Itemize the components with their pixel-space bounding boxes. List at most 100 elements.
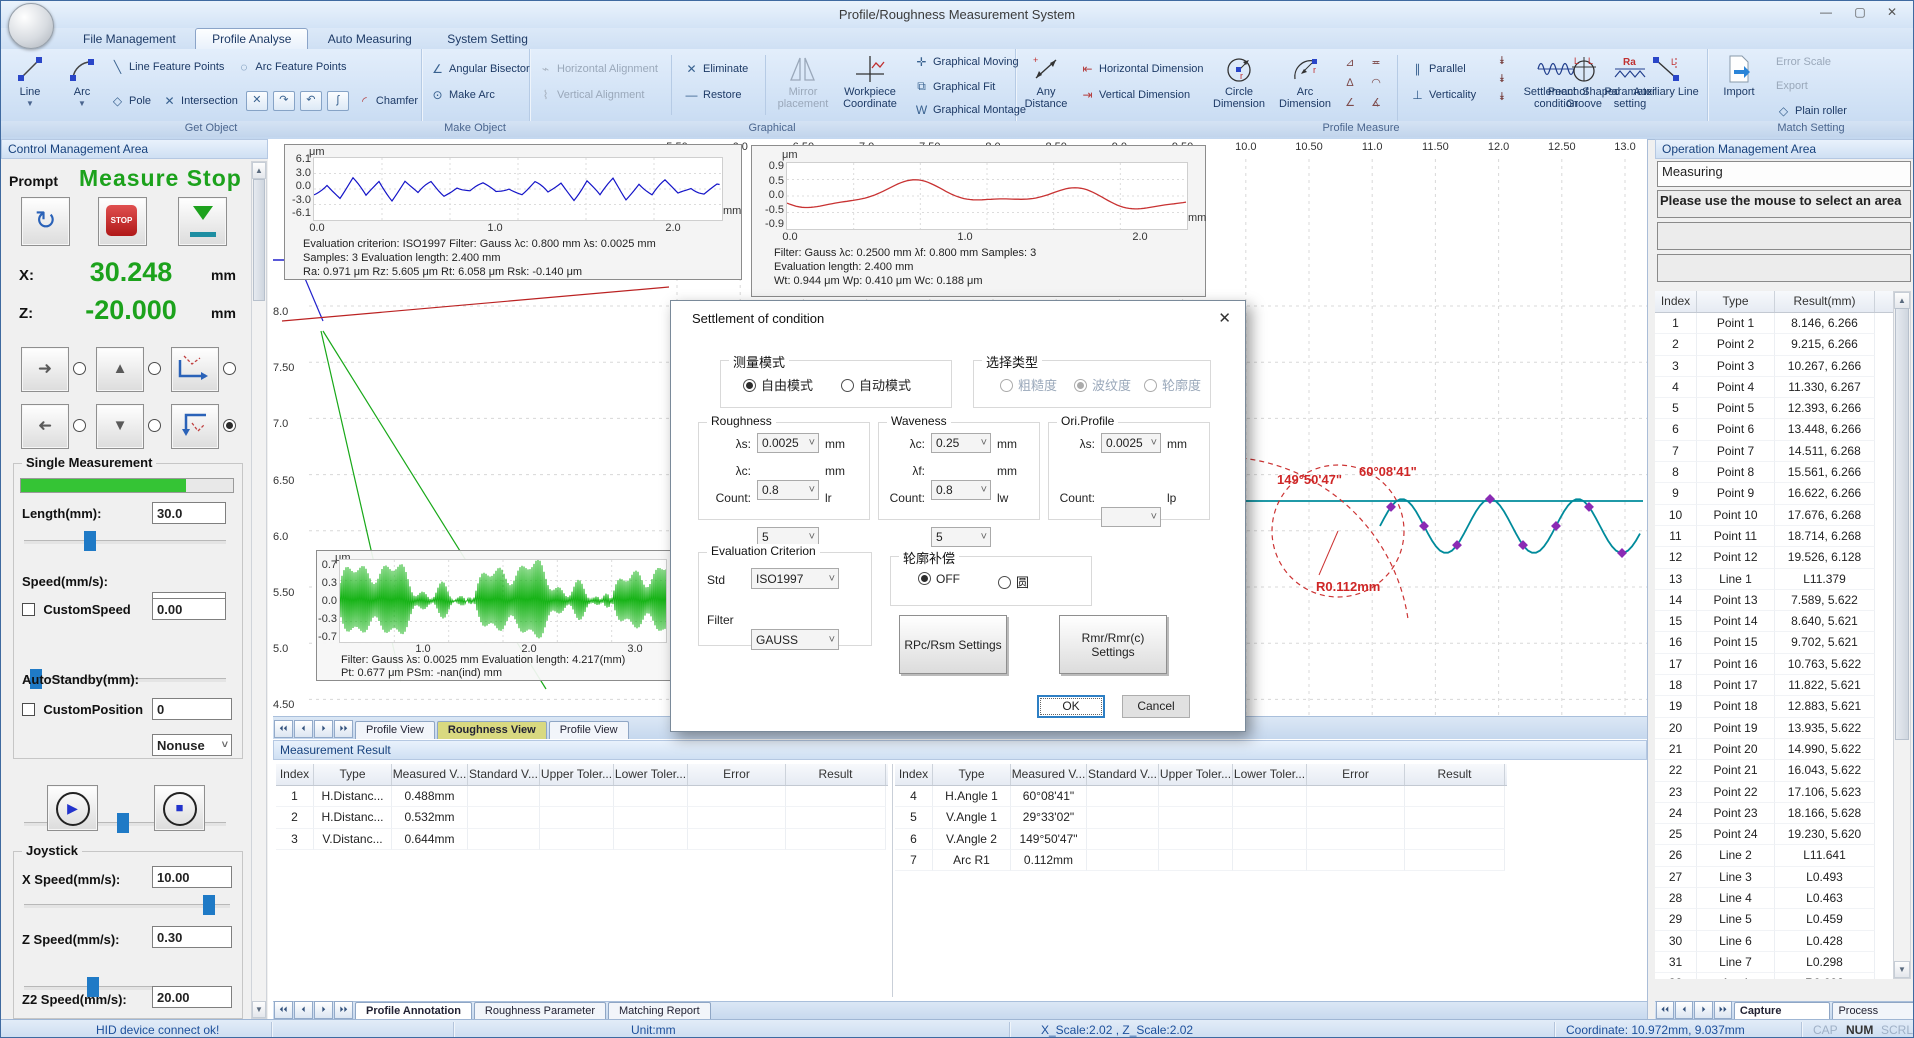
path-mode-1-radio[interactable] [223,362,236,375]
table-row[interactable]: 18Point 1711.822, 5.621 [1655,675,1893,696]
line-button[interactable]: Line▼ [7,52,53,110]
table-row[interactable]: 6Point 613.448, 6.266 [1655,419,1893,440]
circle-dimension-button[interactable]: r Circle Dimension [1207,52,1271,110]
table-row[interactable]: 4Point 411.330, 6.267 [1655,377,1893,398]
table-row[interactable]: 27Line 3L0.493 [1655,867,1893,888]
table-row[interactable]: 7Arc R10.112mm [895,850,1507,871]
control-panel-scrollbar[interactable]: ▲ ▼ [251,161,267,1019]
make-arc-button[interactable]: ⊙ Make Arc [427,87,498,103]
arc-button[interactable]: Arc▼ [59,52,105,110]
tab-matching-report[interactable]: Matching Report [608,1002,711,1019]
table-row[interactable]: 30Line 6L0.428 [1655,931,1893,952]
table-row[interactable]: 21Point 2014.990, 5.622 [1655,739,1893,760]
stop-run-button[interactable]: ■ [154,785,205,831]
tab-nav-prev-icon[interactable]: ⏴ [294,720,313,738]
auto-mode-radio[interactable]: 自动模式 [841,375,911,394]
result-nav-first-icon[interactable]: ⏴⏴ [274,1001,293,1019]
compensation-off-radio[interactable]: OFF [918,572,960,586]
tab-profile-view-1[interactable]: Profile View [355,721,435,739]
move-down-radio[interactable] [148,419,161,432]
table-row[interactable]: 1Point 18.146, 6.266 [1655,313,1893,334]
table-row[interactable]: 24Point 2318.166, 5.628 [1655,803,1893,824]
records-nav-first-icon[interactable]: ⏴⏴ [1656,1001,1674,1019]
custom-position-input[interactable]: 0 [152,698,232,720]
graphical-montage-button[interactable]: W Graphical Montage [911,102,1029,118]
filter-select[interactable]: GAUSS [751,629,839,650]
tab-auto-measuring[interactable]: Auto Measuring [312,29,428,49]
ok-button[interactable]: OK [1037,695,1105,718]
table-row[interactable]: 16Point 159.702, 5.621 [1655,632,1893,653]
error-scale-button[interactable]: Error Scale [1773,55,1834,69]
tab-capture-records[interactable]: Capture Records [1734,1002,1831,1020]
tab-profile-analyse[interactable]: Profile Analyse [195,28,308,49]
move-up-radio[interactable] [148,362,161,375]
move-down-button[interactable]: ▼ [96,404,144,449]
ori-profile-ls-select[interactable]: 0.0025 [1101,433,1161,453]
pole-button[interactable]: ◇ Pole [107,93,154,109]
compensation-circle-radio[interactable]: 圆 [998,572,1029,591]
joystick-z2-speed-input[interactable]: 20.00 [152,986,232,1008]
vertical-dimension-button[interactable]: ⇥ Vertical Dimension [1077,87,1193,103]
horizontal-alignment-button[interactable]: ⌁ Horizontal Alignment [535,61,661,77]
path-mode-1-button[interactable] [171,347,219,392]
length-slider[interactable] [22,530,228,552]
table-row[interactable]: 10Point 1017.676, 6.268 [1655,505,1893,526]
table-row[interactable]: 28Line 4L0.463 [1655,888,1893,909]
arc-dimension-button[interactable]: r Arc Dimension [1275,52,1335,110]
table-row[interactable]: 25Point 2419.230, 5.620 [1655,824,1893,845]
table-row[interactable]: 29Line 5L0.459 [1655,909,1893,930]
joystick-z-speed-input[interactable]: 0.30 [152,926,232,948]
tab-roughness-view[interactable]: Roughness View [437,721,547,739]
profile-tol-icon-1[interactable]: ⯯ [1493,53,1511,69]
vertical-alignment-button[interactable]: ⌇ Vertical Alignment [535,87,647,103]
angle-measure-icon-2[interactable]: ∆ [1341,75,1359,91]
erase-point-button[interactable]: ✕ [246,91,268,111]
roughness-type-radio[interactable]: 粗糙度 [1000,375,1057,394]
step-measure-icon-3[interactable]: ∡ [1367,95,1385,111]
download-button[interactable] [178,197,227,246]
export-button[interactable]: Export [1773,79,1811,93]
redo-curve-button[interactable]: ↷ [273,91,295,111]
spline-button[interactable]: ʃ [327,91,349,111]
profile-type-radio[interactable]: 轮廓度 [1144,375,1201,394]
move-right-radio[interactable] [73,362,86,375]
start-measure-button[interactable]: ▶ [47,785,98,831]
waveness-lf-select[interactable]: 0.8 [931,480,991,500]
table-row[interactable]: 4H.Angle 160°08'41" [895,786,1507,807]
undo-curve-button[interactable]: ↶ [300,91,322,111]
waveness-lc-select[interactable]: 0.25 [931,433,991,453]
table-row[interactable]: 19Point 1812.883, 5.621 [1655,696,1893,717]
scroll-down-icon[interactable]: ▼ [1894,961,1910,978]
tab-file-management[interactable]: File Management [67,29,192,49]
verticality-button[interactable]: ⊥ Verticality [1407,87,1479,103]
table-row[interactable]: 1H.Distanc...0.488mm [276,786,888,807]
result-nav-prev-icon[interactable]: ⏴ [294,1001,313,1019]
step-measure-icon-1[interactable]: ≖ [1367,55,1385,71]
result-nav-last-icon[interactable]: ⏵⏵ [334,1001,353,1019]
scroll-down-icon[interactable]: ▼ [252,1001,266,1018]
close-button[interactable]: ✕ [1875,1,1909,23]
table-row[interactable]: 2Point 29.215, 6.266 [1655,334,1893,355]
table-row[interactable]: 11Point 1118.714, 6.268 [1655,526,1893,547]
records-nav-prev-icon[interactable]: ⏴ [1675,1001,1693,1019]
table-row[interactable]: 17Point 1610.763, 5.622 [1655,654,1893,675]
graphical-moving-button[interactable]: ✛ Graphical Moving [911,54,1022,70]
custom-speed-checkbox[interactable] [22,603,35,616]
auto-standby-select[interactable]: Nonuse [152,734,232,756]
waviness-type-radio[interactable]: 波纹度 [1074,375,1131,394]
profile-tol-icon-3[interactable]: ⯯ [1493,89,1511,105]
records-nav-next-icon[interactable]: ⏵ [1694,1001,1712,1019]
maximize-button[interactable]: ▢ [1843,1,1877,23]
table-row[interactable]: 2H.Distanc...0.532mm [276,807,888,828]
capture-table-scrollbar[interactable]: ▲ ▼ [1893,291,1911,979]
any-distance-button[interactable]: + Any Distance [1019,52,1073,110]
table-row[interactable]: 7Point 714.511, 6.268 [1655,441,1893,462]
table-row[interactable]: 6V.Angle 2149°50'47" [895,829,1507,850]
intersection-button[interactable]: ✕ Intersection [159,93,241,109]
joystick-x-speed-input[interactable]: 10.00 [152,866,232,888]
table-row[interactable]: 5V.Angle 129°33'02" [895,807,1507,828]
workpiece-coordinate-button[interactable]: Workpiece Coordinate [837,52,903,110]
tab-system-setting[interactable]: System Setting [431,29,544,49]
stop-measure-button[interactable]: STOP [98,197,147,246]
step-measure-icon-2[interactable]: ◠ [1367,75,1385,91]
